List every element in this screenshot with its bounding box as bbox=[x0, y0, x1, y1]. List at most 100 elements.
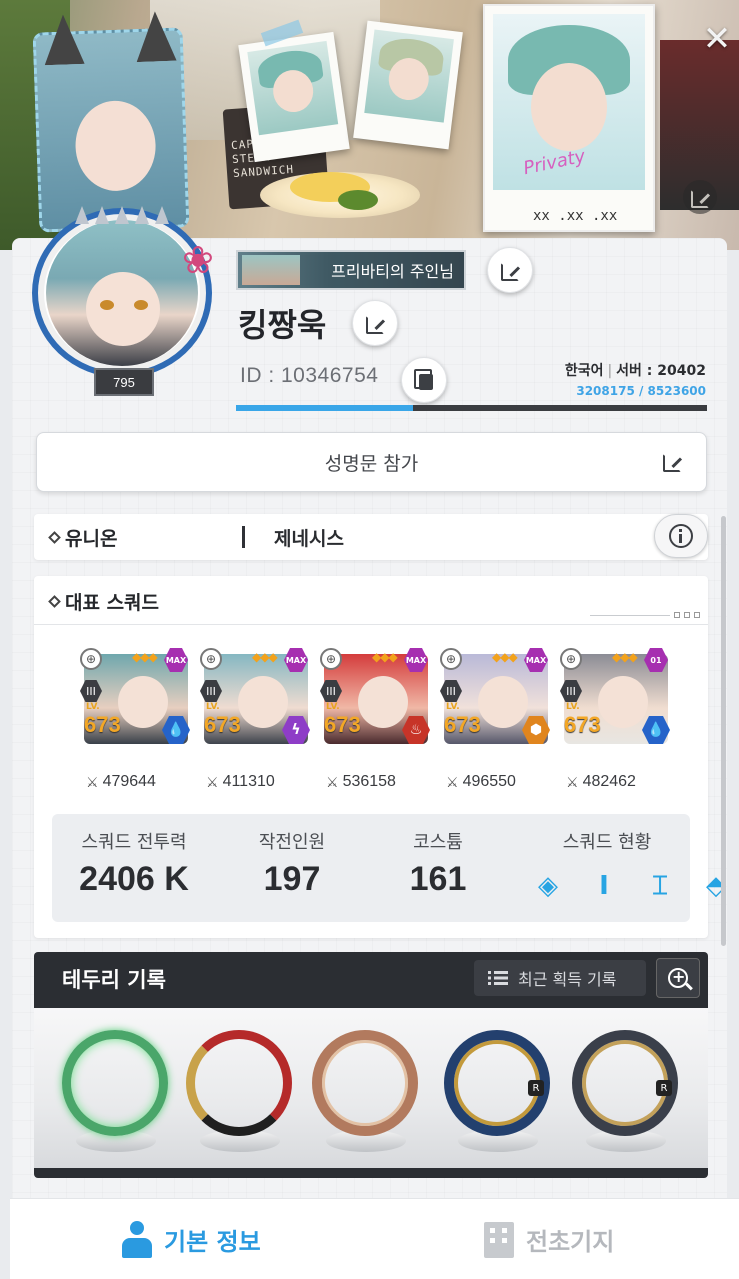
burst-three-icon: ⬘ bbox=[706, 871, 726, 901]
nickname: 킹짱욱 bbox=[238, 306, 327, 344]
tab-basic-info-label: 기본 정보 bbox=[164, 1228, 261, 1256]
player-id: ID : 10346754 bbox=[240, 364, 379, 387]
frame-item[interactable]: R bbox=[444, 1030, 550, 1152]
server-label: 서버 : 20402 bbox=[616, 363, 706, 379]
avatar[interactable]: ❀ bbox=[22, 200, 222, 390]
unit-level: 673 bbox=[564, 712, 601, 737]
unit-power-value: 411310 bbox=[222, 773, 275, 790]
info-icon bbox=[669, 524, 693, 548]
union-label: 유니온 bbox=[65, 528, 118, 550]
edit-icon bbox=[690, 187, 710, 208]
edit-icon bbox=[500, 260, 520, 281]
class-crosshair-icon: ⊕ bbox=[440, 648, 462, 670]
frame-item[interactable] bbox=[62, 1030, 168, 1152]
costume-value: 161 bbox=[409, 860, 467, 898]
scrollbar[interactable] bbox=[721, 516, 726, 946]
frame-shelf: RR bbox=[34, 1008, 708, 1168]
level-label: LV. bbox=[326, 702, 340, 712]
squad-stats: 스쿼드 전투력 2406 K 작전인원 197 코스튬 161 스쿼드 현황 ◈… bbox=[52, 814, 726, 922]
union-name: 제네시스 bbox=[274, 528, 344, 550]
polaroid-photo-1 bbox=[238, 31, 350, 163]
class-crosshair-icon: ⊕ bbox=[80, 648, 102, 670]
copy-id-button[interactable] bbox=[401, 357, 447, 403]
squad-title: 대표 스쿼드 bbox=[65, 592, 160, 614]
burst-two-icon: ⌶ bbox=[652, 870, 668, 901]
bottom-tab-bar: 기본 정보 전초기지 bbox=[10, 1198, 739, 1279]
representative-squad-card: 대표 스쿼드 ⊕ III ◆◆◆ MAX LV. 673 💧 ⚔ 479644 ⊕ III ◆◆◆ MA… bbox=[34, 576, 726, 938]
squad-unit-card[interactable]: ⊕ III ◆◆◆ MAX LV. 673 ⬢ bbox=[440, 648, 550, 744]
zoom-in-icon bbox=[668, 967, 688, 988]
title-badge[interactable]: 프리바티의 주인님 bbox=[236, 250, 466, 290]
squad-unit-card[interactable]: ⊕ III ◆◆◆ MAX LV. 673 ♨ bbox=[320, 648, 430, 744]
signature-scribble: xx .xx .xx bbox=[533, 208, 618, 224]
star-rank-icon: ◆◆◆ bbox=[252, 650, 278, 664]
level-label: LV. bbox=[446, 702, 460, 712]
unit-combat-power: ⚔ 496550 bbox=[446, 773, 516, 791]
crossed-swords-icon: ⚔ bbox=[206, 773, 219, 790]
members-value: 197 bbox=[263, 860, 321, 898]
unit-combat-power: ⚔ 536158 bbox=[326, 773, 396, 791]
nickname-edit-button[interactable] bbox=[352, 300, 398, 346]
copy-icon bbox=[414, 369, 434, 391]
level-label: LV. bbox=[566, 702, 580, 712]
green-ring-frame-icon bbox=[62, 1030, 168, 1136]
unit-power-value: 496550 bbox=[462, 773, 516, 790]
level-badge: 795 bbox=[94, 368, 154, 396]
crossed-swords-icon: ⚔ bbox=[446, 773, 459, 790]
crossed-swords-icon: ⚔ bbox=[326, 773, 339, 790]
rarity-badge: R bbox=[528, 1080, 544, 1096]
diamond-bullet-icon bbox=[48, 531, 61, 544]
banner-edit-button[interactable] bbox=[683, 180, 717, 214]
language-label: 한국어 bbox=[564, 363, 604, 379]
frame-zoom-button[interactable] bbox=[656, 958, 700, 998]
squad-unit-card[interactable]: ⊕ III ◆◆◆ MAX LV. 673 💧 bbox=[80, 648, 190, 744]
squad-unit-card[interactable]: ⊕ III ◆◆◆ 01 LV. 673 💧 bbox=[560, 648, 670, 744]
squad-power-label: 스쿼드 전투력 bbox=[81, 832, 187, 853]
recent-acquired-button[interactable]: 최근 획득 기록 bbox=[474, 960, 646, 996]
diamond-bullet-icon bbox=[48, 595, 61, 608]
herb-decoration bbox=[338, 190, 378, 210]
frame-item[interactable] bbox=[312, 1030, 418, 1152]
crossed-swords-icon: ⚔ bbox=[86, 773, 99, 790]
squad-unit-card[interactable]: ⊕ III ◆◆◆ MAX LV. 673 ϟ bbox=[200, 648, 310, 744]
sticker-face bbox=[74, 99, 158, 193]
star-rank-icon: ◆◆◆ bbox=[372, 650, 398, 664]
list-icon bbox=[488, 971, 508, 985]
polaroid-photo-privaty: Privaty xx .xx .xx bbox=[483, 4, 655, 232]
title-badge-text: 프리바티의 주인님 bbox=[331, 262, 454, 281]
unit-level: 673 bbox=[84, 712, 121, 737]
costume-label: 코스튬 bbox=[413, 832, 463, 853]
frame-item[interactable]: R bbox=[572, 1030, 678, 1152]
star-rank-icon: ◆◆◆ bbox=[612, 650, 638, 664]
close-icon[interactable]: ✕ bbox=[700, 22, 734, 56]
union-info-button[interactable] bbox=[654, 514, 708, 558]
tab-basic-info[interactable]: 기본 정보 bbox=[122, 1199, 261, 1279]
exp-bar-fill bbox=[236, 405, 414, 411]
title-edit-button[interactable] bbox=[487, 247, 533, 293]
level-label: LV. bbox=[206, 702, 220, 712]
level-label: LV. bbox=[86, 702, 100, 712]
rarity-badge: R bbox=[656, 1080, 672, 1096]
tab-outpost[interactable]: 전초기지 bbox=[484, 1199, 614, 1279]
title-thumbnail bbox=[242, 255, 300, 285]
edit-icon bbox=[365, 313, 385, 334]
pledge-label: 성명문 참가 bbox=[324, 452, 419, 475]
pledge-button[interactable]: 성명문 참가 bbox=[36, 432, 707, 492]
frame-item[interactable] bbox=[186, 1030, 292, 1152]
burst-one-icon: Ⅰ bbox=[599, 871, 609, 901]
squad-power-value: 2406 K bbox=[79, 860, 189, 898]
building-icon bbox=[484, 1221, 514, 1258]
server-info: 한국어 | 서버 : 20402 bbox=[564, 363, 706, 379]
avatar-image bbox=[46, 220, 198, 366]
red-fan-frame-icon bbox=[186, 1030, 292, 1136]
unit-power-value: 536158 bbox=[342, 773, 396, 790]
squad-status-label: 스쿼드 현황 bbox=[562, 832, 652, 853]
crossed-swords-icon: ⚔ bbox=[566, 773, 579, 790]
ribbon-bow-icon: ❀ bbox=[182, 238, 214, 282]
bronze-winged-frame-icon bbox=[312, 1030, 418, 1136]
avatar-frills bbox=[22, 206, 222, 236]
unit-level: 673 bbox=[204, 712, 241, 737]
unit-level: 673 bbox=[444, 712, 481, 737]
unit-power-value: 482462 bbox=[582, 773, 636, 790]
class-crosshair-icon: ⊕ bbox=[560, 648, 582, 670]
